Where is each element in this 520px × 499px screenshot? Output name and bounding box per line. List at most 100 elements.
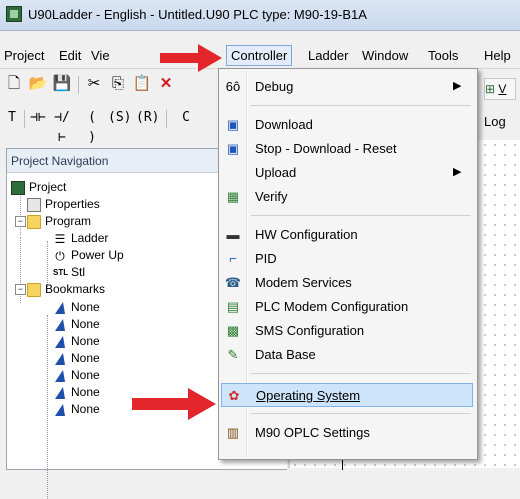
pid-icon: ⌐ <box>229 251 237 266</box>
properties-icon <box>27 197 41 212</box>
menu-item-hw-configuration[interactable]: ▬ HW Configuration <box>221 223 473 247</box>
submenu-arrow-icon: ▶ <box>453 166 462 178</box>
menu-item-pid[interactable]: ⌐ PID <box>221 247 473 271</box>
tree-node-ladder[interactable]: ☰ Ladder <box>53 230 109 246</box>
tree-line <box>20 193 21 235</box>
contact-nc-icon[interactable]: ⊣/⊢ <box>52 108 72 145</box>
menu-ladder[interactable]: Ladder <box>308 48 348 63</box>
folder-icon <box>27 282 41 297</box>
menu-item-sms-configuration[interactable]: ▩ SMS Configuration <box>221 319 473 343</box>
powerup-icon: ⏻ <box>55 248 65 263</box>
reset-coil-icon[interactable]: (R) <box>136 108 159 128</box>
tree-node-properties[interactable]: Properties <box>27 196 100 212</box>
copy-icon[interactable]: ⎘ <box>108 74 128 94</box>
oplc-settings-icon: ▥ <box>226 425 240 440</box>
stop-download-icon: ▣ <box>226 141 240 156</box>
collapse-program-toggle[interactable]: − <box>15 216 26 227</box>
bookmark-icon <box>55 386 65 399</box>
new-icon[interactable]: 🗋 <box>4 74 24 94</box>
toolbar-separator <box>166 110 167 128</box>
tree-node-bookmarks[interactable]: Bookmarks <box>27 281 105 297</box>
menu-window[interactable]: Window <box>362 48 408 63</box>
delete-icon[interactable]: ✕ <box>156 74 176 94</box>
bookmark-icon <box>55 352 65 365</box>
cut-icon[interactable]: ✂ <box>84 74 104 94</box>
menu-help[interactable]: Help <box>484 48 511 63</box>
tree-node-project[interactable]: Project <box>11 179 66 195</box>
menu-separator <box>251 413 471 414</box>
compare-tool-icon[interactable]: C <box>176 108 196 128</box>
open-icon[interactable]: 📂 <box>28 74 48 94</box>
menu-item-verify[interactable]: ▦ Verify <box>221 185 473 209</box>
right-toolbar-strip: ⊞ V Log <box>478 70 520 138</box>
menu-item-debug[interactable]: 6ô Debug ▶ <box>221 75 473 99</box>
download-icon: ▣ <box>226 117 240 132</box>
menu-separator <box>251 215 471 216</box>
tree-node-bookmark[interactable]: None <box>53 333 100 349</box>
view-toolbar-button[interactable]: ⊞ V <box>484 78 516 100</box>
database-icon: ✎ <box>227 347 239 362</box>
menu-item-plc-modem-configuration[interactable]: ▤ PLC Modem Configuration <box>221 295 473 319</box>
verify-icon: ▦ <box>226 189 240 204</box>
tree-node-bookmark[interactable]: None <box>53 367 100 383</box>
menu-item-stop-download-reset[interactable]: ▣ Stop - Download - Reset <box>221 137 473 161</box>
menu-item-operating-system[interactable]: ✿ Operating System <box>221 383 473 407</box>
annotation-arrow-icon <box>132 388 216 420</box>
menu-controller[interactable]: Controller <box>226 45 293 66</box>
annotation-arrow-icon <box>160 44 222 72</box>
menu-item-data-base[interactable]: ✎ Data Base <box>221 343 473 367</box>
tree-line <box>47 315 48 499</box>
os-icon: ✿ <box>228 388 240 403</box>
menu-bar: Project Edit Vie Controller Ladder Windo… <box>0 44 520 69</box>
menu-edit[interactable]: Edit <box>59 48 81 63</box>
tree-node-program[interactable]: Program <box>27 213 91 229</box>
ladder-toolbar: T ⊣⊢ ⊣/⊢ ( ) (S) (R) C <box>0 104 230 145</box>
stl-icon: STL <box>53 267 69 277</box>
tree-node-bookmark[interactable]: None <box>53 299 100 315</box>
plc-icon <box>11 180 25 195</box>
menu-project[interactable]: Project <box>4 48 44 63</box>
ladder-icon: ☰ <box>54 231 66 246</box>
collapse-bookmarks-toggle[interactable]: − <box>15 284 26 295</box>
coil-icon[interactable]: ( ) <box>82 108 102 145</box>
contact-no-icon[interactable]: ⊣⊢ <box>28 108 48 128</box>
menu-item-upload[interactable]: Upload ▶ <box>221 161 473 185</box>
tree-node-bookmark[interactable]: None <box>53 384 100 400</box>
set-coil-icon[interactable]: (S) <box>108 108 131 128</box>
tree-node-bookmark[interactable]: None <box>53 316 100 332</box>
folder-icon <box>27 214 41 229</box>
menu-view[interactable]: Vie <box>91 48 110 63</box>
hw-config-icon: ▬ <box>226 227 240 242</box>
bookmark-icon <box>55 335 65 348</box>
bookmark-icon <box>55 369 65 382</box>
window-title: U90Ladder - English - Untitled.U90 PLC t… <box>28 7 367 22</box>
menu-item-download[interactable]: ▣ Download <box>221 113 473 137</box>
paste-icon[interactable]: 📋 <box>132 74 152 94</box>
standard-toolbar: 🗋 📂 💾 ✂ ⎘ 📋 ✕ <box>0 70 230 100</box>
plc-modem-icon: ▤ <box>226 299 240 314</box>
wire-tool-icon[interactable]: T <box>2 108 22 128</box>
toolbar-separator <box>24 110 25 128</box>
title-bar: U90Ladder - English - Untitled.U90 PLC t… <box>0 0 520 31</box>
modem-icon: ☎ <box>224 275 242 290</box>
menu-item-modem-services[interactable]: ☎ Modem Services <box>221 271 473 295</box>
bookmark-icon <box>55 318 65 331</box>
tree-node-power-up[interactable]: ⏻ Power Up <box>53 247 123 263</box>
app-icon <box>6 6 22 22</box>
save-icon[interactable]: 💾 <box>52 74 72 94</box>
bookmark-icon <box>55 403 65 416</box>
tree-node-stl[interactable]: STL Stl <box>53 264 85 280</box>
submenu-arrow-icon: ▶ <box>453 80 462 92</box>
menu-separator <box>251 373 471 374</box>
menu-separator <box>251 105 471 106</box>
menu-item-m90-oplc-settings[interactable]: ▥ M90 OPLC Settings <box>221 421 473 445</box>
sms-icon: ▩ <box>226 323 240 338</box>
menu-tools[interactable]: Tools <box>428 48 458 63</box>
debug-icon: 6ô <box>225 79 241 94</box>
bookmark-icon <box>55 301 65 314</box>
toolbar-separator <box>78 76 79 94</box>
tree-node-bookmark[interactable]: None <box>53 350 100 366</box>
log-tab[interactable]: Log <box>484 114 506 129</box>
controller-dropdown-menu: 6ô Debug ▶ ▣ Download ▣ Stop - Download … <box>218 68 478 460</box>
tree-node-bookmark[interactable]: None <box>53 401 100 417</box>
